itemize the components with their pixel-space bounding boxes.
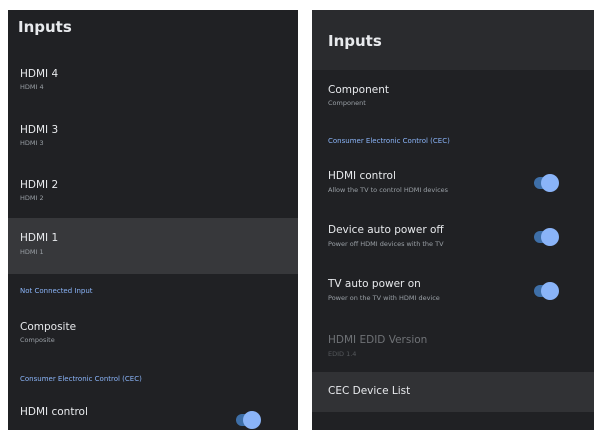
input-item-title: Component	[328, 84, 389, 96]
input-item-component[interactable]: Component Component	[312, 78, 594, 118]
input-item-title: HDMI 4	[20, 68, 59, 80]
input-item-hdmi-4[interactable]: HDMI 4 HDMI 4	[8, 62, 298, 102]
input-item-subtitle: HDMI 4	[20, 83, 44, 91]
toggle-item-title: Device auto power off	[328, 224, 444, 236]
input-item-title: Composite	[20, 321, 77, 333]
toggle-knob	[541, 174, 559, 192]
panel-header: Inputs	[312, 10, 594, 70]
input-item-hdmi-2[interactable]: HDMI 2 HDMI 2	[8, 173, 298, 213]
hdmi-control-title: HDMI control	[20, 406, 88, 418]
disabled-item-title: HDMI EDID Version	[328, 334, 428, 346]
input-item-subtitle: HDMI 1	[20, 248, 44, 256]
toggle-item-title: TV auto power on	[328, 278, 421, 290]
section-header-cec: Consumer Electronic Control (CEC)	[328, 137, 450, 145]
right-settings-panel: Inputs Component Component Consumer Elec…	[312, 10, 594, 430]
hdmi-edid-version-item: HDMI EDID Version EDID 1.4	[312, 328, 594, 368]
input-item-title: HDMI 1	[20, 232, 59, 244]
hdmi-control-toggle[interactable]	[534, 174, 559, 192]
device-auto-power-off-item[interactable]: Device auto power off Power off HDMI dev…	[312, 218, 594, 262]
input-item-subtitle: HDMI 2	[20, 194, 44, 202]
toggle-knob	[541, 282, 559, 300]
input-item-subtitle: Composite	[20, 336, 55, 344]
device-auto-power-off-toggle[interactable]	[534, 228, 559, 246]
input-item-title: HDMI 3	[20, 124, 59, 136]
cec-device-list-item[interactable]: CEC Device List	[312, 372, 594, 412]
cec-device-list-title: CEC Device List	[328, 385, 411, 397]
input-item-hdmi-3[interactable]: HDMI 3 HDMI 3	[8, 118, 298, 158]
toggle-item-title: HDMI control	[328, 170, 396, 182]
toggle-item-subtitle: Allow the TV to control HDMI devices	[328, 186, 449, 194]
hdmi-control-item[interactable]: HDMI control Allow the TV to control HDM…	[312, 164, 594, 208]
section-header-cec: Consumer Electronic Control (CEC)	[20, 375, 142, 383]
input-item-subtitle: Component	[328, 99, 366, 107]
hdmi-control-toggle[interactable]	[236, 411, 261, 429]
left-settings-panel: Inputs HDMI 4 HDMI 4 HDMI 3 HDMI 3 HDMI …	[8, 10, 298, 430]
panel-title: Inputs	[18, 18, 72, 36]
panel-title: Inputs	[328, 32, 382, 50]
input-item-title: HDMI 2	[20, 179, 59, 191]
hdmi-control-item[interactable]: HDMI control	[8, 402, 298, 430]
toggle-knob	[243, 411, 261, 429]
toggle-item-subtitle: Power on the TV with HDMI device	[328, 294, 440, 302]
input-item-subtitle: HDMI 3	[20, 139, 44, 147]
tv-auto-power-on-item[interactable]: TV auto power on Power on the TV with HD…	[312, 272, 594, 316]
toggle-item-subtitle: Power off HDMI devices with the TV	[328, 240, 444, 248]
input-item-hdmi-1[interactable]: HDMI 1 HDMI 1	[8, 218, 298, 274]
toggle-knob	[541, 228, 559, 246]
disabled-item-subtitle: EDID 1.4	[328, 350, 357, 358]
section-header-not-connected: Not Connected Input	[20, 287, 93, 295]
tv-auto-power-on-toggle[interactable]	[534, 282, 559, 300]
input-item-composite[interactable]: Composite Composite	[8, 315, 298, 355]
